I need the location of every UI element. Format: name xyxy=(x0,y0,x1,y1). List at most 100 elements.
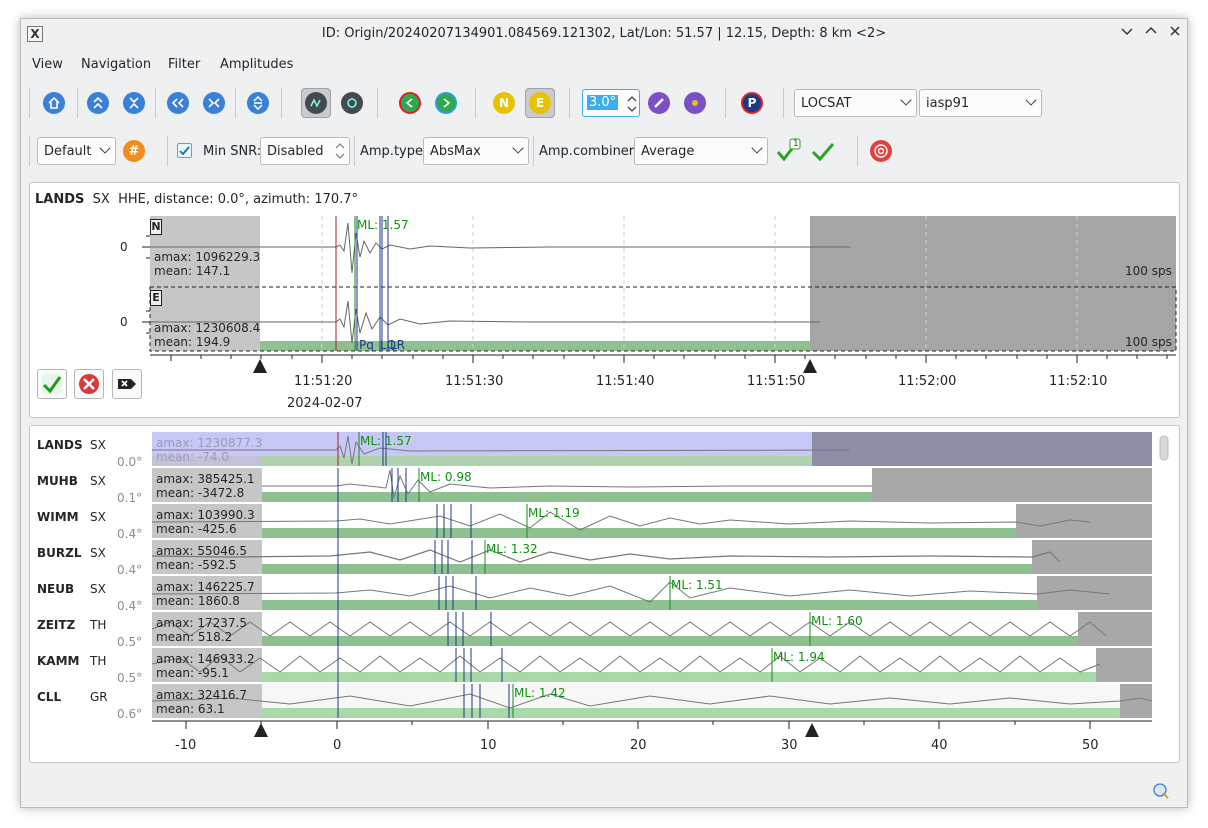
station-amax: amax: 103990.3 xyxy=(156,508,255,522)
window-start-handle xyxy=(253,359,267,373)
preset-select[interactable]: Default xyxy=(37,137,116,165)
station-distance: 0.0° xyxy=(117,455,143,469)
amplitude-clear-icon xyxy=(684,92,706,114)
accept-one-button[interactable]: 1 xyxy=(773,136,803,166)
nav-vertical-button[interactable] xyxy=(243,88,273,118)
close-button[interactable] xyxy=(1166,25,1184,43)
home-button[interactable] xyxy=(39,88,69,118)
chevron-down-icon xyxy=(1121,28,1133,36)
p-phase-button[interactable]: P xyxy=(737,88,767,118)
amplitude-pick-icon xyxy=(648,92,670,114)
station-distance: 0.6° xyxy=(117,707,143,721)
clear-trace-button[interactable] xyxy=(112,369,142,399)
station-amax: amax: 146225.7 xyxy=(156,580,255,594)
hash-button[interactable]: # xyxy=(119,136,149,166)
time-label: 11:51:30 xyxy=(445,374,504,389)
menu-navigation[interactable]: Navigation xyxy=(81,57,151,72)
station-network: TH xyxy=(90,618,107,632)
component-e-label: E xyxy=(150,290,162,306)
offset-axis-ticks xyxy=(185,721,1091,729)
connection-icon xyxy=(1153,783,1169,799)
minimize-button[interactable] xyxy=(1118,25,1136,43)
amplitude-pick-button[interactable] xyxy=(644,88,674,118)
time-label: 11:51:20 xyxy=(294,374,353,389)
status-indicator[interactable] xyxy=(1152,782,1170,800)
profile-select[interactable]: iasp91 xyxy=(919,89,1042,117)
preset-value: Default xyxy=(44,144,92,159)
station-mean: mean: -74.0 xyxy=(156,450,229,464)
station-network: SX xyxy=(90,438,106,452)
offset-tick-label: 20 xyxy=(630,738,647,753)
station-network: SX xyxy=(90,582,106,596)
maximize-button[interactable] xyxy=(1142,25,1160,43)
prev-green-button[interactable] xyxy=(395,88,425,118)
station-name: NEUB xyxy=(37,582,75,596)
hash-icon: # xyxy=(123,140,145,162)
reject-icon xyxy=(79,374,99,394)
station-amax: amax: 146933.2 xyxy=(156,652,255,666)
e-component-button[interactable]: E xyxy=(525,88,555,118)
spin-arrows-icon xyxy=(627,96,637,112)
toolbar-separator xyxy=(167,136,168,166)
locator-value: LOCSAT xyxy=(801,96,852,111)
menu-amplitudes[interactable]: Amplitudes xyxy=(220,57,293,72)
offset-tick-label: -10 xyxy=(175,738,197,753)
target-button[interactable] xyxy=(866,136,896,166)
waveform-settings-button[interactable] xyxy=(337,88,367,118)
offset-tick-label: 0 xyxy=(333,738,342,753)
target-icon xyxy=(870,140,892,162)
detail-panel: LANDS SX HHE, distance: 0.0°, azimuth: 1… xyxy=(29,182,1180,418)
station-ml: ML: 1.42 xyxy=(514,686,566,700)
station-mean: mean: -425.6 xyxy=(156,522,237,536)
nav-left-button[interactable] xyxy=(163,88,193,118)
close-icon xyxy=(1170,26,1180,36)
check-icon xyxy=(179,146,190,156)
amp-combiner-select[interactable]: Average xyxy=(634,137,768,165)
trace-e-mean: mean: 194.9 xyxy=(154,335,231,349)
n-component-button[interactable]: N xyxy=(489,88,519,118)
accept-trace-button[interactable] xyxy=(37,369,67,399)
toolbar-amplitude: Default # Min SNR: Disabled Amp.type: Ab… xyxy=(21,132,1187,172)
station-amax: amax: 32416.7 xyxy=(156,688,247,702)
chevron-up-icon xyxy=(1145,26,1157,34)
time-axis-ticks xyxy=(170,355,1168,363)
accept-all-button[interactable] xyxy=(808,136,838,166)
time-label: 11:52:10 xyxy=(1049,374,1108,389)
trace-n-mean: mean: 147.1 xyxy=(154,264,231,278)
p-phase-icon: P xyxy=(741,92,763,114)
trace-e-sps: 100 sps xyxy=(1125,335,1172,349)
station-name: KAMM xyxy=(37,654,80,668)
menu-view[interactable]: View xyxy=(32,57,63,72)
toolbar-separator xyxy=(155,88,156,118)
amplitude-clear-button[interactable] xyxy=(680,88,710,118)
nav-up-button[interactable] xyxy=(83,88,113,118)
station-ml: ML: 0.98 xyxy=(420,470,472,484)
station-mean: mean: 518.2 xyxy=(156,630,233,644)
nav-center-button[interactable] xyxy=(199,88,229,118)
min-snr-label: Min SNR: xyxy=(203,144,262,159)
waveform-pick-button[interactable] xyxy=(301,88,331,118)
locator-select[interactable]: LOCSAT xyxy=(794,89,917,117)
min-snr-value: Disabled xyxy=(267,144,324,159)
station-name: BURZL xyxy=(37,546,82,560)
menu-filter[interactable]: Filter xyxy=(168,57,200,72)
detail-ml-label: ML: 1.57 xyxy=(357,218,409,232)
station-mean: mean: -592.5 xyxy=(156,558,237,572)
station-amax: amax: 1230877.3 xyxy=(156,436,263,450)
min-snr-spinbox[interactable]: Disabled xyxy=(260,137,350,165)
station-name: CLL xyxy=(37,690,62,704)
erase-icon xyxy=(118,379,136,389)
main-window: X ID: Origin/20240207134901.084569.12130… xyxy=(20,18,1188,808)
zoom-spinbox[interactable]: 3.0° xyxy=(582,89,640,117)
station-mean: mean: -95.1 xyxy=(156,666,229,680)
min-snr-checkbox[interactable] xyxy=(177,143,192,158)
amp-type-select[interactable]: AbsMax xyxy=(423,137,529,165)
nav-up-icon xyxy=(87,92,109,114)
toolbar-separator xyxy=(783,88,784,118)
reject-trace-button[interactable] xyxy=(74,369,104,399)
toolbar-separator xyxy=(29,88,30,118)
next-green-button[interactable] xyxy=(431,88,461,118)
badge-count: 1 xyxy=(793,139,799,149)
detail-phase-lr: LR xyxy=(390,338,406,352)
nav-collapse-button[interactable] xyxy=(119,88,149,118)
